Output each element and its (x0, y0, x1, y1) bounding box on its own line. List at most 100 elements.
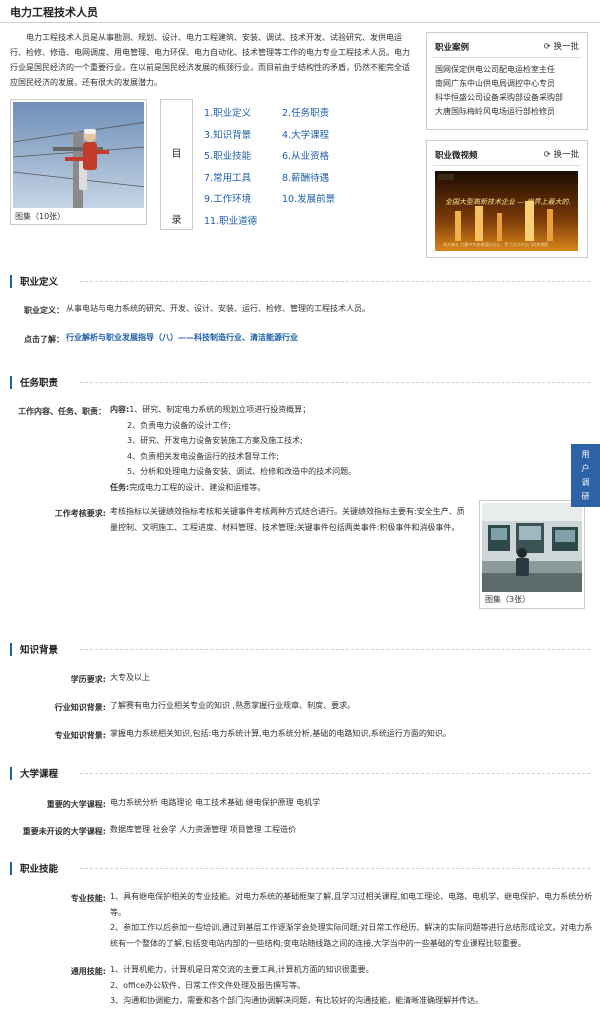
section-header-courses: 大学课程 (10, 765, 590, 781)
user-survey-button[interactable]: 用 户 调 研 (571, 444, 600, 507)
definition-text: 从事电站与电力系统的研究、开发、设计、安装、运行、检修、管理的工程技术人员。 (66, 304, 370, 313)
learn-more-label: 点击了解： (24, 335, 64, 344)
section-header-knowledge: 知识背景 (10, 641, 590, 657)
toc-item-knowledge[interactable]: 3.知识背景 (204, 127, 251, 141)
user-survey-char: 用 (581, 450, 590, 459)
toc-label: 目 录 (160, 99, 193, 230)
section-rule (80, 382, 590, 383)
workplace-photo-gallery[interactable]: 图集（3张） (479, 500, 585, 609)
career-cases-box: 职业案例 ⟳ 换一批 国网保定供电公司配电运检室主任 南网广东中山供电局调控中心… (426, 32, 588, 130)
photo-gallery[interactable]: 图集（10张） (10, 99, 147, 225)
toc-item-skills[interactable]: 5.职业技能 (204, 148, 251, 162)
toc-item-courses[interactable]: 4.大学课程 (282, 127, 329, 141)
career-video-box: 职业微视频 ⟳ 换一批 全国大型高新技术企业 — 世界上最大的... 电力事业 … (426, 140, 588, 258)
section-rule (80, 868, 590, 869)
section-rule (80, 281, 590, 282)
section-header-skills: 职业技能 (10, 860, 590, 876)
section-marker (10, 767, 12, 780)
unoffered-courses-value: 数据库管理 社会学 人力资源管理 项目管理 工程造价 (110, 825, 297, 834)
toc-item-definition[interactable]: 1.职业定义 (204, 105, 251, 119)
control-room-photo (482, 503, 582, 592)
toc-item-prospects[interactable]: 10.发展前景 (282, 191, 335, 205)
career-video-title: 职业微视频 (435, 151, 478, 161)
toc-item-salary[interactable]: 8.薪酬待遇 (282, 170, 329, 184)
toc-item-environment[interactable]: 9.工作环境 (204, 191, 251, 205)
section-header-duties: 任务职责 (10, 374, 590, 390)
section-title: 职业定义 (20, 277, 59, 288)
toc-item-tools[interactable]: 7.常用工具 (204, 170, 251, 184)
assessment-label: 工作考核要求: (54, 509, 106, 518)
duty-line: 5、分析和处理电力设备安装、调试、检修和改造中的技术问题。 (127, 467, 357, 476)
workplace-photo-caption: 图集（3张） (485, 595, 531, 604)
task-prefix: 任务: (110, 482, 130, 492)
video-overlay-text: 全国大型高新技术企业 — 世界上最大的... (445, 198, 571, 206)
table-of-contents: 目 录 1.职业定义 2.任务职责 3.知识背景 4.大学课程 5.职业技能 6… (160, 99, 403, 230)
photo-gallery-caption: 图集（10张） (15, 212, 66, 221)
duties-content: 内容:1、研究、制定电力系统的规划立项进行投资概算； 2、负责电力设备的设计工作… (110, 402, 490, 495)
content-prefix: 内容: (110, 405, 130, 414)
skill-line: 1、具有继电保护相关的专业技能。对电力系统的基础框架了解,且学习过相关课程,如电… (110, 892, 593, 917)
section-title: 大学课程 (20, 769, 59, 780)
professional-skills-label: 专业技能: (70, 894, 106, 903)
duty-line: 1、研究、制定电力系统的规划立项进行投资概算； (129, 405, 311, 414)
career-case-link[interactable]: 科华恒盛公司设备采购部设备采购部 (435, 91, 563, 105)
important-courses-label: 重要的大学课程: (46, 800, 106, 809)
task-text: 完成电力工程的设计、建设和运维等。 (129, 482, 266, 492)
refresh-label: 换一批 (553, 42, 579, 52)
skill-line: 2、office办公软件，日常工作文件处理及报告撰写等。 (110, 980, 306, 990)
title-divider (0, 22, 600, 23)
education-value: 大专及以上 (110, 673, 150, 682)
career-case-link[interactable]: 国网保定供电公司配电运检室主任 (435, 63, 563, 77)
divider (433, 57, 581, 58)
section-header-definition: 职业定义 (10, 273, 590, 289)
refresh-icon: ⟳ (543, 150, 551, 160)
refresh-label: 换一批 (553, 150, 579, 160)
career-case-link[interactable]: 大唐国际梅岭风电场运行部检修员 (435, 105, 563, 119)
career-cases-refresh-button[interactable]: ⟳ 换一批 (544, 40, 579, 52)
section-rule (80, 773, 590, 774)
toc-label-char: 录 (171, 215, 182, 226)
important-courses-value: 电力系统分析 电路理论 电工技术基础 继电保护原理 电机学 (110, 798, 321, 807)
user-survey-char: 户 (581, 464, 590, 473)
skill-line: 2、参加工作以后参加一些培训,通过到基层工作逐渐学会处理实际问题;对日常工作经历… (110, 923, 593, 948)
toc-item-qualification[interactable]: 6.从业资格 (282, 148, 329, 162)
skill-line: 3、沟通和协调能力，需要和各个部门沟通协调解决问题，有比较好的沟通技能，能清晰准… (110, 996, 484, 1005)
section-rule (80, 649, 590, 650)
career-case-link[interactable]: 南网广东中山供电局调控中心专员 (435, 77, 563, 91)
unoffered-courses-label: 重要未开设的大学课程: (22, 827, 106, 836)
professional-knowledge-value: 掌握电力系统相关知识,包括:电力系统计算,电力系统分析,基础的电路知识,系统运行… (110, 729, 451, 738)
video-thumbnail[interactable]: 全国大型高新技术企业 — 世界上最大的... 电力事业 打赢中华热地国际扫元，等… (435, 171, 578, 251)
career-cases-title: 职业案例 (435, 43, 470, 53)
lineman-photo (13, 102, 144, 208)
toc-item-ethics[interactable]: 11.职业道德 (204, 213, 257, 227)
education-label: 学历要求: (70, 675, 106, 684)
assessment-text: 考核指标以关键绩效指标考核和关键事件考核两种方式结合进行。关键绩效指标主要有:安… (110, 507, 465, 532)
duty-line: 3、研究、开发电力设备安装施工方案及施工技术; (127, 436, 303, 445)
professional-knowledge-label: 专业知识背景: (54, 731, 106, 740)
section-marker (10, 376, 12, 389)
definition-label: 职业定义： (24, 306, 64, 315)
duty-line: 2、负责电力设备的设计工作; (127, 420, 231, 430)
user-survey-char: 调 (581, 478, 590, 487)
skill-line: 1、计算机能力，计算机是日常交流的主要工具,计算机方面的知识很重要。 (110, 965, 374, 974)
duty-line: 4、负责相关发电设备运行的技术督导工作; (127, 451, 279, 461)
video-subtitle-text: 电力事业 打赢中华热地国际扫元，等了点力开仓门的热地影 (443, 242, 549, 247)
section-title: 知识背景 (20, 645, 59, 656)
toc-item-duties[interactable]: 2.任务职责 (282, 105, 329, 119)
section-marker (10, 643, 12, 656)
section-title: 任务职责 (20, 378, 59, 389)
section-marker (10, 275, 12, 288)
toc-label-char: 目 (171, 149, 182, 160)
refresh-icon: ⟳ (543, 42, 551, 52)
industry-knowledge-label: 行业知识背景: (54, 703, 106, 712)
section-title: 职业技能 (20, 864, 59, 875)
industry-knowledge-value: 了解赛有电力行业相关专业的知识 ,熟悉掌握行业规章、制度、要求。 (110, 701, 356, 710)
duties-label: 工作内容、任务、职责： (18, 407, 106, 416)
general-skills-value: 1、计算机能力，计算机是日常交流的主要工具,计算机方面的知识很重要。 2、off… (110, 962, 596, 1009)
industry-analysis-link[interactable]: 行业解析与职业发展指导（八）——科技制造行业、清洁能源行业 (66, 330, 298, 346)
section-marker (10, 862, 12, 875)
general-skills-label: 通用技能: (70, 967, 106, 976)
divider (433, 165, 581, 166)
career-video-refresh-button[interactable]: ⟳ 换一批 (544, 148, 579, 160)
user-survey-char: 研 (581, 492, 590, 501)
